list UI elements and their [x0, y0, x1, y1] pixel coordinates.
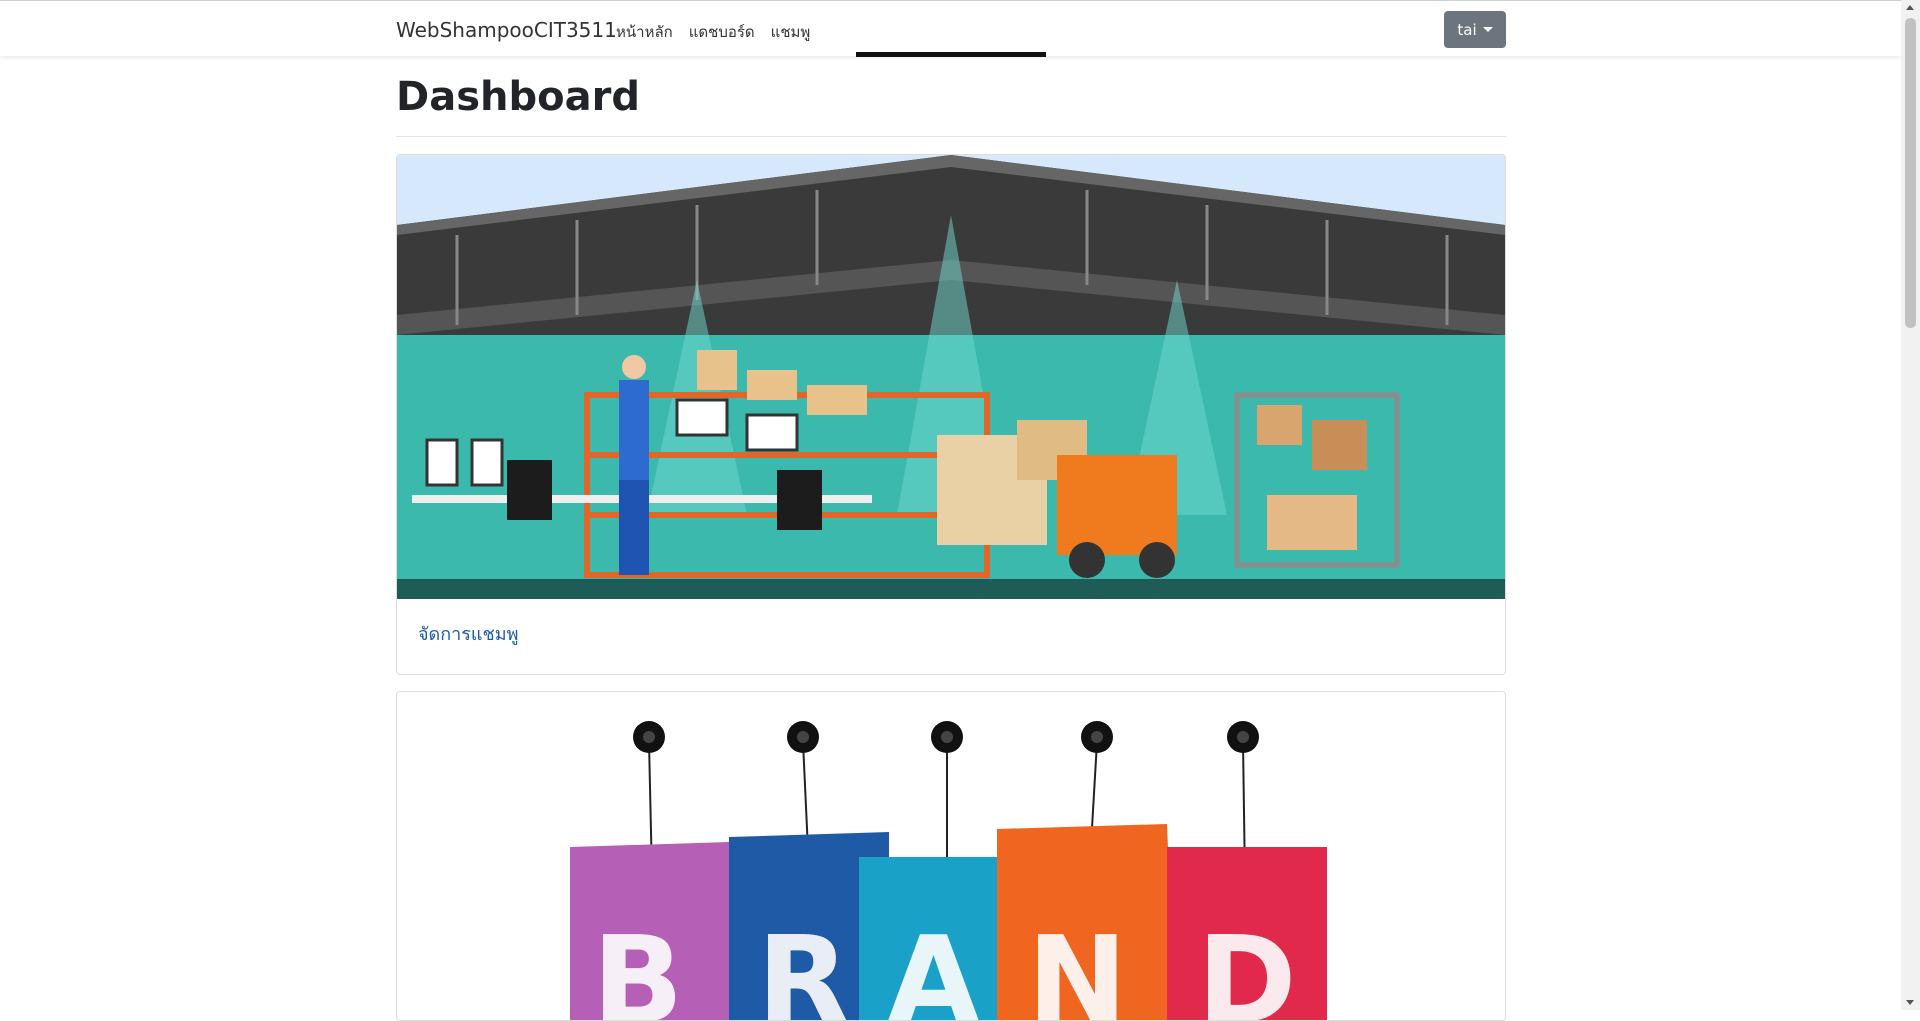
nav-link-home[interactable]: หน้าหลัก [616, 20, 673, 44]
manage-shampoo-link[interactable]: จัดการแชมพู [418, 619, 518, 648]
brand-letter-r: R [757, 912, 849, 1021]
active-tab-indicator [856, 52, 1046, 57]
manage-shampoo-card: จัดการแชมพู [396, 154, 1506, 675]
main-nav: หน้าหลัก แดชบอร์ด แชมพู [616, 20, 810, 44]
navbar: WebShampooCIT3511 หน้าหลัก แดชบอร์ด แชมพ… [0, 0, 1901, 57]
user-name-label: tai [1457, 20, 1477, 39]
scroll-up-arrow-icon[interactable] [1906, 5, 1914, 10]
scrollbar-thumb[interactable] [1905, 18, 1916, 328]
brand-letter-b: B [592, 912, 683, 1021]
page-scrollbar[interactable] [1901, 0, 1920, 1010]
navbar-brand[interactable]: WebShampooCIT3511 [396, 18, 617, 42]
brand-tags-illustration: B R A N D [397, 692, 1505, 1021]
brand-card: B R A N D [396, 691, 1506, 1021]
user-menu-button[interactable]: tai [1444, 11, 1506, 48]
scroll-down-arrow-icon[interactable] [1906, 1000, 1914, 1005]
page-title: Dashboard [396, 74, 640, 120]
brand-letter-a: A [887, 912, 980, 1021]
warehouse-illustration [397, 155, 1505, 599]
title-divider [396, 136, 1506, 137]
nav-link-shampoo[interactable]: แชมพู [771, 20, 811, 44]
brand-letter-d: D [1197, 912, 1297, 1021]
brand-letter-n: N [1027, 912, 1127, 1021]
dropdown-caret-icon [1482, 27, 1493, 32]
nav-link-dashboard[interactable]: แดชบอร์ด [689, 20, 755, 44]
